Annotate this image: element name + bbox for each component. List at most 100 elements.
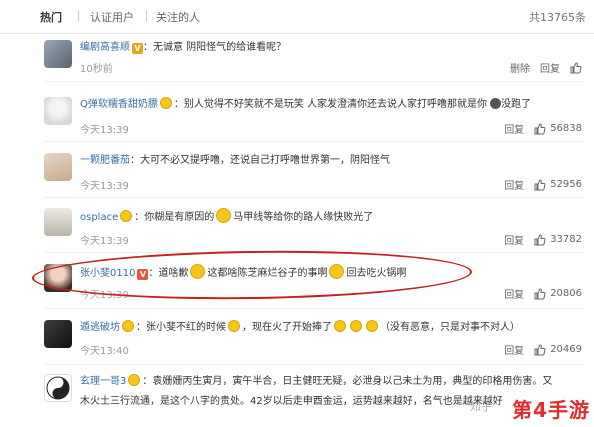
divider (44, 81, 584, 82)
comment-text: ：袁姗姗丙生寅月，寅午半合，日主健旺无疑，必泄身以己未土为用，典型的印格用伤害。… (142, 376, 553, 387)
reply-button[interactable]: 回复 (540, 60, 560, 75)
comment-text: ：张小斐不红的时候 (136, 322, 226, 333)
verified-badge-icon: V (132, 43, 143, 54)
like-count: 20806 (550, 288, 582, 299)
comment-item: 玄理一哥3 ：袁姗姗丙生寅月，寅午半合，日主健旺无疑，必泄身以己未土为用，典型的印… (0, 372, 594, 427)
username[interactable]: Q弹软糯香甜奶膘 (80, 99, 158, 110)
avatar[interactable] (44, 40, 72, 68)
timestamp: 今天13:39 (80, 125, 129, 136)
like-count: 33782 (550, 234, 582, 245)
comment-text: ：别人觉得不好笑就不是玩笑 人家发澄清你还去说人家打呼噜那就是你 (173, 99, 488, 110)
avatar[interactable] (44, 264, 72, 292)
comment-filter-tabs: 热门 认证用户 关注的人 共13765条 (0, 0, 594, 34)
timestamp: 今天13:40 (80, 346, 129, 357)
thumbs-up-icon (534, 287, 546, 299)
thumbs-up-icon (534, 122, 546, 134)
comment-line: osplace ：你糊是有原因的 马甲线等给你的路人缘快败光了 (80, 208, 582, 226)
timestamp: 今天13:39 (80, 236, 129, 247)
comment-item-highlighted: 张小斐0110 V ：道啥歉 这都啥陈芝麻烂谷子的事啊 回去吃火锅啊 今天13:39 回… (0, 262, 594, 309)
thumbs-up-icon (534, 343, 546, 355)
comment-actions: 回复 20806 (504, 286, 582, 301)
comment-actions: 回复 20469 (504, 342, 582, 357)
username[interactable]: osplace (80, 212, 118, 223)
username[interactable]: 玄理一哥3 (80, 376, 126, 387)
avatar[interactable] (44, 320, 72, 348)
like-button[interactable]: 20469 (534, 343, 582, 356)
comment-item: 遁逃破坊 ：张小斐不红的时候 ，现在火了开始捧了 （没有恶意，只是对事不对人） 今天1… (0, 318, 594, 365)
comment-text-end: （没有恶意，只是对事不对人） (380, 322, 520, 333)
emoji-icon (334, 320, 346, 332)
username[interactable]: 遁逃破坊 (80, 322, 120, 333)
comment-item: 一颗肥番茄：大可不必又提呼噜，还说自己打呼噜世界第一，阴阳怪气 今天13:39 … (0, 151, 594, 198)
reply-button[interactable]: 回复 (504, 177, 524, 192)
tab-separator (146, 10, 147, 22)
tab-hot[interactable]: 热门 (40, 9, 62, 25)
username[interactable]: 编剧高喜顺 (80, 42, 130, 53)
comment-actions: 回复 52956 (504, 177, 582, 192)
emoji-icon (128, 374, 141, 386)
reply-button[interactable]: 回复 (504, 232, 524, 247)
verified-badge-icon: V (137, 269, 149, 280)
comment-text: ：大可不必又提呼噜，还说自己打呼噜世界第一，阴阳怪气 (130, 155, 390, 166)
timestamp: 今天13:39 (80, 290, 129, 301)
emoji-icon (120, 210, 133, 222)
timestamp: 10秒前 (80, 64, 113, 75)
like-count: 56838 (550, 123, 582, 134)
emoji-icon (216, 208, 232, 223)
comment-text: ：道啥歉 (148, 268, 189, 279)
comment-text-tail: 马甲线等给你的路人缘快败光了 (233, 212, 374, 223)
username[interactable]: 一颗肥番茄 (80, 155, 130, 166)
comment-text: ：你糊是有原因的 (134, 212, 215, 223)
like-button[interactable]: 56838 (534, 122, 582, 135)
comment-line: 遁逃破坊 ：张小斐不红的时候 ，现在火了开始捧了 （没有恶意，只是对事不对人） (80, 320, 582, 336)
comment-item: Q弹软糯香甜奶膘 ：别人觉得不好笑就不是玩笑 人家发澄清你还去说人家打呼噜那就是你… (0, 95, 594, 142)
comment-actions: 回复 33782 (504, 232, 582, 247)
emoji-icon (490, 98, 502, 109)
reply-button[interactable]: 回复 (504, 342, 524, 357)
tab-verified-users[interactable]: 认证用户 (90, 9, 134, 25)
emoji-icon (366, 320, 378, 332)
tab-separator (78, 10, 79, 22)
brand-watermark: 第4手游 (512, 398, 590, 422)
comment-line: 编剧高喜顺 V ：无诚意 阴阳怪气的给谁看呢？ (80, 40, 582, 56)
divider (44, 252, 584, 253)
emoji-icon (190, 264, 206, 279)
like-button[interactable]: 20806 (534, 287, 582, 300)
emoji-icon (228, 320, 240, 332)
like-count: 52956 (550, 179, 582, 190)
avatar[interactable] (44, 97, 72, 125)
timestamp: 今天13:39 (80, 181, 129, 192)
comment-line: 一颗肥番茄：大可不必又提呼噜，还说自己打呼噜世界第一，阴阳怪气 (80, 153, 582, 169)
avatar[interactable] (44, 208, 72, 236)
avatar[interactable] (44, 374, 72, 402)
zhihu-watermark: 知乎 (470, 400, 492, 413)
comment-item: 编剧高喜顺 V ：无诚意 阴阳怪气的给谁看呢？ 10秒前 删除 回复 (0, 38, 594, 82)
like-button[interactable] (570, 61, 582, 74)
comment-actions: 删除 回复 (510, 60, 582, 75)
like-count: 20469 (550, 344, 582, 355)
comment-line: 张小斐0110 V ：道啥歉 这都啥陈芝麻烂谷子的事啊 回去吃火锅啊 (80, 264, 582, 282)
like-button[interactable]: 33782 (534, 233, 582, 246)
thumbs-up-icon (534, 233, 546, 245)
comment-text-tail: 没跑了 (501, 99, 532, 110)
tab-following[interactable]: 关注的人 (156, 9, 200, 25)
emoji-icon (350, 320, 362, 332)
emoji-icon (159, 97, 172, 109)
reply-button[interactable]: 回复 (504, 286, 524, 301)
reply-button[interactable]: 回复 (504, 121, 524, 136)
like-button[interactable]: 52956 (534, 178, 582, 191)
divider (44, 141, 584, 142)
divider (44, 364, 584, 365)
yin-yang-icon (46, 376, 70, 400)
comment-actions: 回复 56838 (504, 121, 582, 136)
avatar[interactable] (44, 153, 72, 181)
comment-count: 共13765条 (529, 11, 586, 24)
comment-text-tail: ，现在火了开始捧了 (242, 322, 332, 333)
username[interactable]: 张小斐0110 (80, 268, 135, 279)
thumbs-up-icon (534, 178, 546, 190)
comment-text-mid: 这都啥陈芝麻烂谷子的事啊 (207, 268, 328, 279)
emoji-icon (122, 320, 134, 332)
delete-button[interactable]: 删除 (510, 60, 530, 75)
comment-line: Q弹软糯香甜奶膘 ：别人觉得不好笑就不是玩笑 人家发澄清你还去说人家打呼噜那就是你… (80, 97, 582, 113)
divider (44, 197, 584, 198)
